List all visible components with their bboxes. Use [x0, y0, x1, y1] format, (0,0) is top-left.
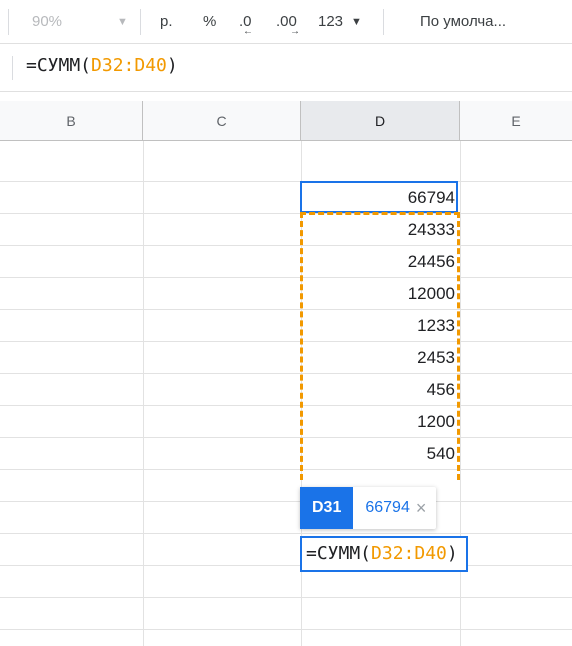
- grid-line: [0, 213, 572, 214]
- grid-line: [0, 597, 572, 598]
- formula-suffix: ): [166, 55, 178, 76]
- grid-line: [0, 277, 572, 278]
- active-cell-selection: [300, 181, 458, 213]
- column-header-b[interactable]: B: [0, 101, 143, 141]
- grid-line: [0, 405, 572, 406]
- arrow-right-icon: →: [290, 26, 300, 37]
- column-header-e[interactable]: E: [460, 101, 572, 141]
- formula-prefix: =СУММ(: [26, 55, 92, 76]
- grid-line: [0, 373, 572, 374]
- toolbar-divider: [383, 9, 384, 35]
- formula-bar-divider: [12, 56, 13, 80]
- grid-line: [0, 533, 572, 534]
- editor-suffix: ): [446, 543, 458, 564]
- grid-line: [0, 341, 572, 342]
- arrow-left-icon: ←: [243, 26, 253, 37]
- number-format-chevron-down-icon[interactable]: ▼: [351, 12, 362, 32]
- grid-line: [0, 309, 572, 310]
- formula-text[interactable]: =СУММ(D32:D40): [26, 55, 178, 76]
- grid-line: [0, 565, 572, 566]
- toolbar-divider: [140, 9, 141, 35]
- column-header-d[interactable]: D: [301, 101, 460, 141]
- formula-bar[interactable]: =СУММ(D32:D40): [0, 43, 572, 92]
- grid-line: [0, 469, 572, 470]
- tooltip-cell-ref: D31: [300, 487, 354, 529]
- grid-line: [0, 629, 572, 630]
- tooltip-value: 66794: [365, 499, 410, 516]
- number-format-select[interactable]: 123: [318, 12, 343, 32]
- editor-prefix: =СУММ(: [306, 543, 372, 564]
- grid-line: [0, 437, 572, 438]
- column-header-c[interactable]: C: [143, 101, 301, 141]
- formula-range: D32:D40: [91, 55, 167, 76]
- percent-format-button[interactable]: %: [203, 12, 216, 32]
- grid-line: [0, 181, 572, 182]
- toolbar: 90% ▼ р. % .0 ← .00 → 123 ▼ По умолча...: [0, 0, 572, 42]
- currency-format-button[interactable]: р.: [160, 12, 173, 32]
- toolbar-divider: [8, 9, 9, 35]
- cell-reference-tooltip: D31 66794 ×: [300, 487, 437, 529]
- editor-range: D32:D40: [371, 543, 447, 564]
- font-select[interactable]: По умолча...: [420, 12, 506, 32]
- grid-line: [143, 141, 144, 646]
- cell-formula-editor[interactable]: =СУММ(D32:D40): [300, 536, 468, 572]
- grid-line: [0, 245, 572, 246]
- close-icon[interactable]: ×: [416, 498, 437, 519]
- zoom-select[interactable]: 90%: [32, 12, 62, 32]
- zoom-chevron-down-icon[interactable]: ▼: [117, 12, 128, 32]
- formula-range-highlight: [300, 212, 460, 480]
- grid-line: [0, 501, 572, 502]
